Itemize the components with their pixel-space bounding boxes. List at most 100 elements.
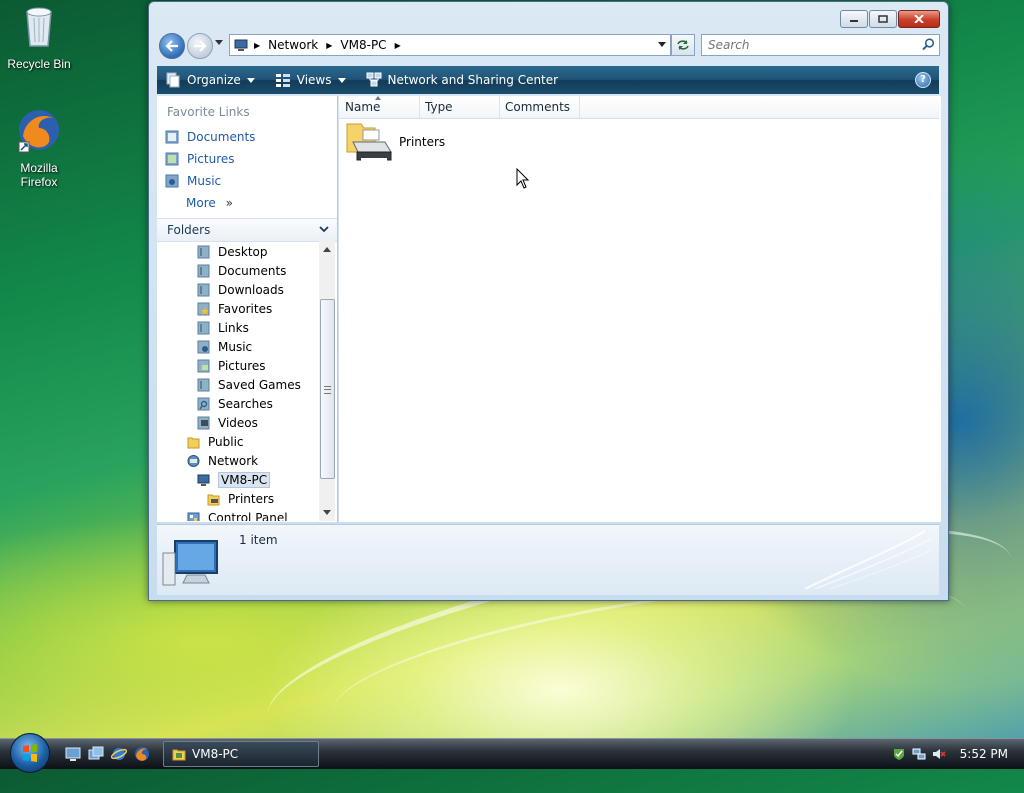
tree-item-printers[interactable]: Printers (207, 490, 274, 508)
navigation-row: ▶ Network ▶ VM8-PC ▶ (157, 32, 940, 59)
firefox-desktop-icon[interactable]: Mozilla Firefox (1, 106, 77, 189)
documents-folder-icon (165, 130, 179, 144)
tree-item-desktop[interactable]: Desktop (197, 243, 268, 261)
back-arrow-icon (165, 40, 178, 52)
network-sharing-center-button[interactable]: Network and Sharing Center (366, 72, 558, 88)
firefox-quicklaunch-icon[interactable] (134, 746, 150, 762)
close-icon (914, 15, 924, 23)
videos-folder-icon (197, 416, 210, 430)
column-headers: Name Type Comments (339, 96, 939, 119)
column-header-comments[interactable]: Comments (505, 100, 570, 114)
tree-item-links[interactable]: Links (197, 319, 249, 337)
breadcrumb-separator-icon[interactable]: ▶ (254, 41, 260, 50)
column-divider[interactable] (579, 96, 580, 118)
item-count: 1 item (239, 533, 278, 547)
tree-item-public[interactable]: Public (187, 433, 244, 451)
organize-button[interactable]: Organize (165, 72, 255, 88)
taskbar: VM8-PC 5:52 PM (0, 733, 1024, 773)
tree-item-vm8-pc[interactable]: VM8-PC (197, 471, 271, 489)
tree-item-label: Printers (228, 492, 275, 506)
scroll-down-icon[interactable] (323, 510, 331, 515)
breadcrumb-separator-icon[interactable]: ▶ (395, 41, 401, 50)
favorite-link-documents[interactable]: Documents (165, 127, 255, 147)
tree-item-label: Downloads (218, 283, 284, 297)
recent-pages-dropdown[interactable] (215, 40, 223, 45)
switch-windows-icon[interactable] (88, 746, 104, 762)
taskbar-button-vm8-pc[interactable]: VM8-PC (163, 741, 319, 767)
tree-item-documents[interactable]: Documents (197, 262, 286, 280)
tree-item-searches[interactable]: Searches (197, 395, 273, 413)
tree-item-control-panel[interactable]: Control Panel (187, 509, 288, 521)
network-status-icon[interactable] (912, 747, 926, 761)
back-button[interactable] (159, 33, 185, 59)
details-pane: 1 item (157, 524, 939, 595)
firefox-label: Mozilla Firefox (20, 161, 58, 189)
tree-item-downloads[interactable]: Downloads (197, 281, 284, 299)
tree-item-label: Documents (218, 264, 287, 278)
tree-item-favorites[interactable]: Favorites (197, 300, 272, 318)
tree-item-label: Saved Games (218, 378, 301, 392)
pictures-folder-icon (197, 359, 210, 373)
minimize-button[interactable] (840, 10, 868, 28)
column-header-type[interactable]: Type (425, 100, 453, 114)
music-folder-icon (197, 340, 210, 354)
scroll-grip-icon (324, 386, 331, 394)
search-icon[interactable] (922, 38, 935, 51)
folder-tree-scrollbar[interactable] (319, 241, 335, 521)
chevron-down-icon (319, 226, 329, 233)
more-links-button[interactable]: More » (186, 196, 233, 210)
maximize-button[interactable] (869, 10, 897, 28)
tree-item-saved-games[interactable]: Saved Games (197, 376, 301, 394)
folders-header[interactable]: Folders (157, 218, 337, 242)
scroll-up-icon[interactable] (323, 247, 331, 252)
address-dropdown-icon[interactable] (658, 42, 666, 47)
refresh-button[interactable] (671, 34, 695, 56)
tree-item-pictures[interactable]: Pictures (197, 357, 266, 375)
network-sharing-icon (366, 72, 381, 87)
column-divider[interactable] (499, 96, 500, 118)
start-button[interactable] (10, 733, 50, 773)
control-panel-icon (187, 512, 200, 521)
tree-item-network[interactable]: Network (187, 452, 258, 470)
tree-item-label: Searches (218, 397, 273, 411)
scrollbar-thumb[interactable] (320, 299, 335, 479)
favorite-link-label: Music (187, 174, 222, 188)
refresh-icon (677, 40, 689, 50)
recycle-bin-desktop-icon[interactable]: Recycle Bin (1, 2, 77, 71)
favorite-link-pictures[interactable]: Pictures (165, 149, 235, 169)
tree-item-videos[interactable]: Videos (197, 414, 258, 432)
tree-item-music[interactable]: Music (197, 338, 252, 356)
column-divider[interactable] (419, 96, 420, 118)
breadcrumb-network[interactable]: Network (268, 38, 318, 52)
search-input[interactable] (706, 35, 910, 55)
search-box[interactable] (701, 34, 940, 56)
clock[interactable]: 5:52 PM (960, 747, 1008, 761)
breadcrumb-vm8-pc[interactable]: VM8-PC (340, 38, 386, 52)
internet-explorer-icon[interactable] (111, 746, 127, 762)
forward-button[interactable] (187, 33, 213, 59)
documents-folder-icon (197, 264, 210, 278)
printers-folder-icon (346, 123, 392, 161)
more-label: More (186, 196, 216, 210)
tree-item-label: Control Panel (208, 511, 288, 521)
show-desktop-icon[interactable] (65, 746, 81, 762)
close-button[interactable] (898, 10, 940, 28)
column-header-name[interactable]: Name (345, 100, 380, 114)
mouse-cursor-icon (516, 168, 530, 189)
tree-item-label: VM8-PC (218, 472, 271, 488)
address-bar[interactable]: ▶ Network ▶ VM8-PC ▶ (229, 34, 671, 56)
details-swoosh-decoration (804, 530, 934, 589)
favorite-link-music[interactable]: Music (165, 171, 221, 191)
recycle-bin-icon (26, 7, 52, 47)
pictures-folder-icon (165, 152, 179, 166)
views-button[interactable]: Views (275, 72, 346, 88)
maximize-icon (878, 15, 888, 23)
breadcrumb-separator-icon[interactable]: ▶ (326, 41, 332, 50)
help-icon[interactable]: ? (915, 72, 931, 88)
views-icon (275, 74, 290, 87)
file-item-printers[interactable]: Printers (345, 120, 445, 164)
volume-muted-icon[interactable] (932, 747, 946, 761)
security-shield-icon[interactable] (892, 747, 906, 761)
tree-item-label: Videos (218, 416, 258, 430)
navigation-pane: Favorite Links Documents Pictures Music … (157, 96, 338, 522)
